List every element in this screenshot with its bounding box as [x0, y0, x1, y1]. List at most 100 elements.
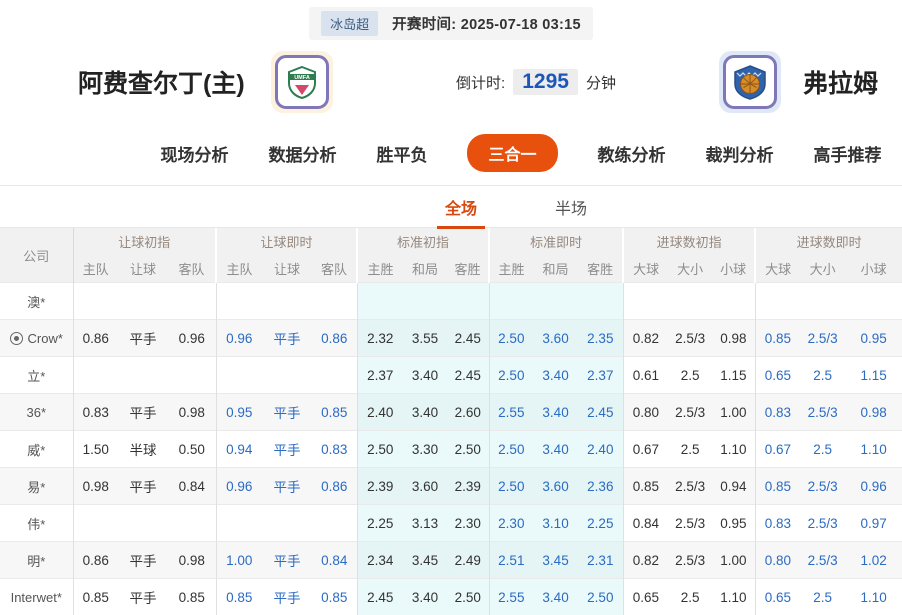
odds-cell[interactable]: 0.96 [845, 468, 902, 505]
odds-cell[interactable]: 2.55 [489, 579, 533, 615]
odds-cell[interactable]: 0.86 [312, 468, 357, 505]
odds-cell[interactable]: 0.85 [755, 320, 800, 357]
odds-cell[interactable]: 2.37 [357, 357, 403, 394]
odds-cell[interactable]: 平手 [118, 579, 168, 615]
odds-cell[interactable]: 平手 [118, 394, 168, 431]
subtab-full-time[interactable]: 全场 [437, 195, 485, 229]
odds-cell[interactable]: 2.50 [489, 357, 533, 394]
odds-cell[interactable]: 3.40 [403, 394, 447, 431]
odds-cell[interactable]: 2.51 [489, 542, 533, 579]
odds-cell[interactable]: 2.5 [668, 431, 712, 468]
odds-cell[interactable]: 1.15 [712, 357, 755, 394]
odds-cell[interactable]: 0.98 [73, 468, 118, 505]
odds-cell[interactable]: 2.5 [800, 357, 845, 394]
odds-cell[interactable]: 平手 [118, 320, 168, 357]
odds-cell[interactable]: 0.83 [312, 431, 357, 468]
odds-cell[interactable]: 0.80 [755, 542, 800, 579]
odds-cell[interactable]: 0.98 [845, 394, 902, 431]
odds-cell[interactable]: 2.5/3 [668, 542, 712, 579]
odds-cell[interactable]: 0.98 [712, 320, 755, 357]
odds-cell[interactable]: 0.82 [623, 542, 668, 579]
odds-cell[interactable]: 2.5/3 [668, 468, 712, 505]
odds-cell[interactable]: 0.61 [623, 357, 668, 394]
odds-cell[interactable]: 2.5 [668, 579, 712, 615]
odds-cell[interactable]: 2.25 [357, 505, 403, 542]
odds-cell[interactable]: 0.80 [623, 394, 668, 431]
odds-cell[interactable]: 平手 [262, 468, 312, 505]
odds-cell[interactable]: 0.83 [755, 505, 800, 542]
odds-cell[interactable]: 2.5 [800, 579, 845, 615]
odds-cell[interactable]: 平手 [262, 431, 312, 468]
odds-cell[interactable]: 0.85 [312, 579, 357, 615]
odds-cell[interactable]: 1.00 [712, 394, 755, 431]
odds-cell[interactable]: 2.50 [357, 431, 403, 468]
tab-referee-analysis[interactable]: 裁判分析 [706, 141, 774, 166]
odds-cell[interactable]: 0.95 [712, 505, 755, 542]
odds-cell[interactable]: 2.5 [668, 357, 712, 394]
odds-cell[interactable]: 半球 [118, 431, 168, 468]
odds-cell[interactable]: 2.49 [447, 542, 489, 579]
odds-cell[interactable]: 0.95 [845, 320, 902, 357]
odds-cell[interactable]: 0.85 [168, 579, 216, 615]
league-badge[interactable]: 冰岛超 [321, 11, 378, 36]
odds-cell[interactable]: 0.85 [755, 468, 800, 505]
odds-cell[interactable]: 2.5/3 [800, 505, 845, 542]
odds-cell[interactable]: 平手 [118, 468, 168, 505]
odds-cell[interactable]: 0.65 [755, 579, 800, 615]
odds-cell[interactable]: 2.39 [447, 468, 489, 505]
odds-cell[interactable]: 2.30 [447, 505, 489, 542]
odds-cell[interactable]: 3.60 [533, 468, 578, 505]
odds-cell[interactable]: 0.86 [73, 542, 118, 579]
odds-cell[interactable]: 0.67 [755, 431, 800, 468]
odds-cell[interactable]: 0.98 [168, 394, 216, 431]
tab-expert-picks[interactable]: 高手推荐 [814, 141, 882, 166]
odds-cell[interactable]: 2.55 [489, 394, 533, 431]
odds-cell[interactable]: 2.40 [357, 394, 403, 431]
odds-cell[interactable]: 3.45 [403, 542, 447, 579]
odds-cell[interactable]: 平手 [262, 394, 312, 431]
tab-live-analysis[interactable]: 现场分析 [160, 141, 228, 166]
odds-cell[interactable]: 3.40 [533, 431, 578, 468]
odds-cell[interactable]: 平手 [262, 542, 312, 579]
odds-cell[interactable]: 0.83 [73, 394, 118, 431]
odds-cell[interactable]: 1.10 [712, 579, 755, 615]
odds-cell[interactable]: 3.60 [403, 468, 447, 505]
odds-cell[interactable]: 2.35 [578, 320, 623, 357]
tab-three-in-one[interactable]: 三合一 [467, 134, 557, 172]
odds-cell[interactable]: 2.45 [357, 579, 403, 615]
odds-cell[interactable]: 3.45 [533, 542, 578, 579]
odds-cell[interactable]: 1.02 [845, 542, 902, 579]
odds-cell[interactable]: 平手 [262, 320, 312, 357]
odds-cell[interactable]: 2.32 [357, 320, 403, 357]
odds-cell[interactable]: 平手 [118, 542, 168, 579]
odds-cell[interactable]: 2.25 [578, 505, 623, 542]
odds-cell[interactable]: 2.5/3 [800, 468, 845, 505]
odds-cell[interactable]: 3.40 [403, 357, 447, 394]
odds-cell[interactable]: 3.30 [403, 431, 447, 468]
odds-cell[interactable]: 0.97 [845, 505, 902, 542]
odds-cell[interactable]: 2.5/3 [800, 542, 845, 579]
odds-cell[interactable]: 2.39 [357, 468, 403, 505]
odds-cell[interactable]: 0.82 [623, 320, 668, 357]
odds-cell[interactable]: 1.15 [845, 357, 902, 394]
odds-cell[interactable]: 0.83 [755, 394, 800, 431]
odds-cell[interactable]: 0.96 [168, 320, 216, 357]
odds-cell[interactable]: 0.86 [312, 320, 357, 357]
odds-cell[interactable]: 0.85 [623, 468, 668, 505]
odds-cell[interactable]: 0.84 [312, 542, 357, 579]
odds-cell[interactable]: 0.96 [216, 320, 262, 357]
odds-cell[interactable]: 3.40 [533, 394, 578, 431]
tab-win-draw-loss[interactable]: 胜平负 [376, 141, 427, 166]
odds-cell[interactable]: 2.50 [447, 431, 489, 468]
odds-cell[interactable]: 2.45 [447, 357, 489, 394]
odds-cell[interactable]: 平手 [262, 579, 312, 615]
odds-cell[interactable]: 0.84 [168, 468, 216, 505]
odds-cell[interactable]: 2.50 [489, 320, 533, 357]
odds-cell[interactable]: 0.65 [623, 579, 668, 615]
odds-cell[interactable]: 2.50 [489, 431, 533, 468]
odds-cell[interactable]: 0.85 [73, 579, 118, 615]
odds-cell[interactable]: 2.60 [447, 394, 489, 431]
subtab-half-time[interactable]: 半场 [547, 195, 595, 229]
odds-cell[interactable]: 0.86 [73, 320, 118, 357]
odds-cell[interactable]: 2.34 [357, 542, 403, 579]
